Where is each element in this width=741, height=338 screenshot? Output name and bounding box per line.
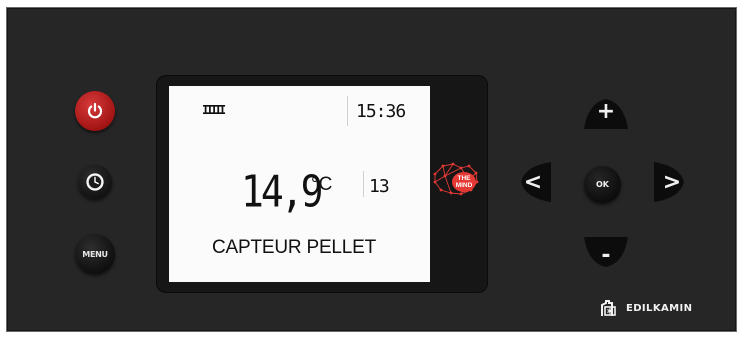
plus-icon: + (596, 98, 616, 124)
the-mind-line2: MIND (456, 182, 473, 189)
brand-logo: EDILKAMIN (600, 298, 692, 318)
decrease-button[interactable]: - (580, 235, 632, 275)
clock-icon (86, 173, 104, 191)
status-separator (363, 171, 364, 197)
ok-button[interactable]: OK (584, 166, 621, 203)
chevron-left-icon: < (523, 169, 543, 195)
power-button[interactable] (75, 91, 115, 131)
left-button[interactable]: < (513, 158, 553, 206)
chevron-right-icon: > (662, 169, 682, 195)
edilkamin-mark-icon (601, 300, 616, 316)
power-level-bars: IIIII (202, 103, 226, 117)
ok-label: OK (596, 180, 609, 189)
brand-name: EDILKAMIN (626, 302, 693, 314)
status-message: CAPTEUR PELLET (212, 237, 377, 258)
status-code: 13 (369, 176, 390, 197)
time-separator (347, 96, 348, 126)
right-button[interactable]: > (652, 158, 692, 206)
the-mind-line1: THE (458, 175, 472, 182)
lcd-display: IIIII 15:36 14,9 °C 13 CAPTEUR PELLET (169, 86, 430, 282)
clock-readout: 15:36 (356, 101, 406, 122)
power-icon (87, 102, 103, 119)
clock-button[interactable] (78, 165, 112, 199)
menu-button[interactable]: MENU (75, 234, 115, 274)
menu-button-label: MENU (82, 249, 108, 259)
increase-button[interactable]: + (580, 91, 632, 131)
temperature-unit: °C (311, 174, 333, 195)
temperature-readout: 14,9 (241, 166, 323, 217)
control-panel: MENU IIIII 15:36 14,9 °C 13 CAPTEUR PELL… (7, 8, 736, 331)
minus-icon: - (601, 242, 611, 268)
the-mind-logo: THE MIND (433, 162, 479, 196)
